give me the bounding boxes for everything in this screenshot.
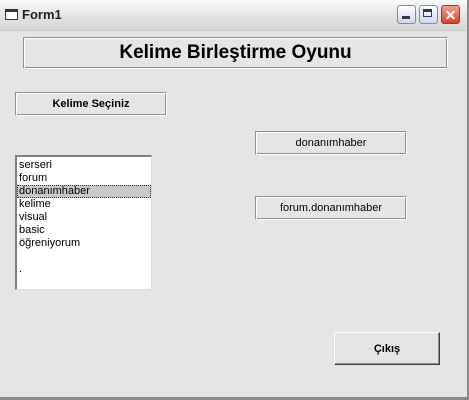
exit-button[interactable]: Çıkış [334,332,440,365]
selected-word-display: donanımhaber [255,131,407,155]
maximize-icon[interactable] [419,5,438,24]
title-bar[interactable]: Form1 [0,0,467,31]
list-item[interactable]: donanımhaber [17,185,151,198]
list-item[interactable]: kelime [17,198,151,211]
list-item[interactable]: visual [17,211,151,224]
select-word-label: Kelime Seçiniz [15,92,167,116]
list-item[interactable]: basic [17,224,151,237]
form-app-icon[interactable] [5,9,18,20]
list-item[interactable]: serseri [17,159,151,172]
list-item[interactable]: öğreniyorum [17,237,151,250]
main-window: Form1 Kelime Birleştirme Oyunu Kelime Se… [0,0,469,400]
window-title: Form1 [22,7,62,22]
list-item[interactable] [17,250,151,263]
list-item[interactable]: . [17,263,151,276]
close-icon[interactable] [441,5,460,24]
minimize-icon[interactable] [397,5,416,24]
heading-label: Kelime Birleştirme Oyunu [23,37,448,69]
combined-word-display: forum.donanımhaber [255,196,407,220]
word-listbox[interactable]: serseri forum donanımhaber kelime visual… [15,155,152,290]
list-item[interactable]: forum [17,172,151,185]
